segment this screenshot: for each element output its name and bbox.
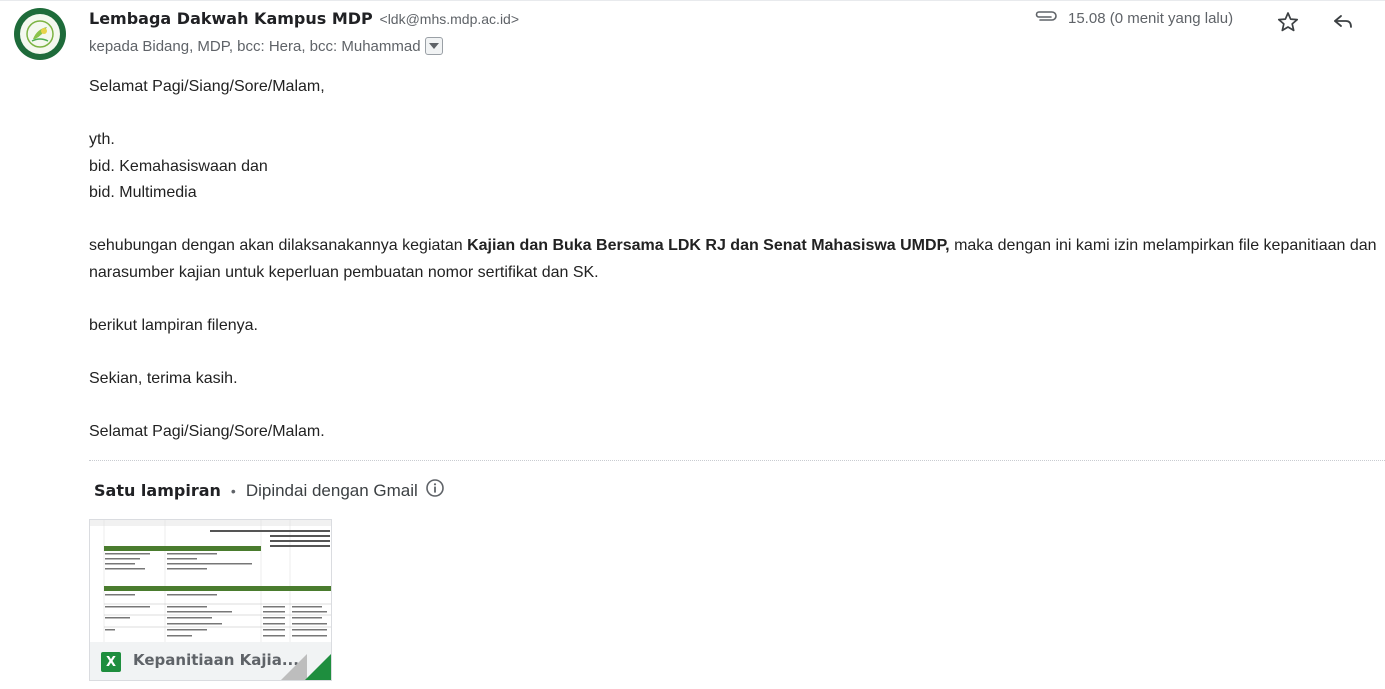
closing: Sekian, terima kasih.	[89, 369, 238, 387]
star-icon[interactable]	[1276, 10, 1300, 39]
event-name: Kajian dan Buka Bersama LDK RJ dan Senat…	[467, 237, 950, 254]
paragraph-pre: sehubungan dengan akan dilaksanakannya k…	[89, 237, 468, 254]
signoff: Selamat Pagi/Siang/Sore/Malam.	[89, 422, 325, 440]
attachment-filename[interactable]: Kepanitiaan Kajia...	[133, 651, 299, 669]
paperclip-icon	[1034, 9, 1058, 27]
page-fold-accent	[305, 654, 331, 680]
main-paragraph: sehubungan dengan akan dilaksanakannya k…	[89, 233, 1379, 286]
excel-icon: X	[101, 652, 121, 672]
sender-email: <ldk@mhs.mdp.ac.id>	[379, 11, 520, 27]
scanned-label: Dipindai dengan Gmail	[245, 480, 418, 500]
recipients-text: kepada Bidang, MDP, bcc: Hera, bcc: Muha…	[89, 37, 421, 55]
attachments-title: Satu lampiran	[94, 481, 221, 500]
logo-icon	[20, 14, 60, 54]
info-icon[interactable]	[425, 478, 445, 503]
sender-line: Lembaga Dakwah Kampus MDP <ldk@mhs.mdp.a…	[89, 9, 519, 29]
attachments-divider	[89, 460, 1385, 461]
message-body: Selamat Pagi/Siang/Sore/Malam, yth. bid.…	[89, 74, 1379, 445]
attachment-card[interactable]: X Kepanitiaan Kajia...	[89, 519, 332, 681]
timestamp: 15.08 (0 menit yang lalu)	[1068, 9, 1234, 27]
chevron-down-icon[interactable]	[424, 37, 443, 55]
top-divider	[0, 0, 1385, 1]
page-fold-shadow	[281, 654, 307, 680]
avatar[interactable]	[14, 8, 66, 60]
greeting: Selamat Pagi/Siang/Sore/Malam,	[89, 78, 325, 95]
bid-line-2: bid. Multimedia	[89, 184, 197, 201]
yth-line: yth.	[89, 131, 115, 148]
sender-name[interactable]: Lembaga Dakwah Kampus MDP	[89, 9, 373, 28]
bid-line-1: bid. Kemahasiswaan dan	[89, 157, 268, 175]
recipients-line: kepada Bidang, MDP, bcc: Hera, bcc: Muha…	[89, 37, 443, 55]
attachments-header: Satu lampiran • Dipindai dengan Gmail	[94, 478, 445, 503]
separator-dot: •	[230, 482, 236, 499]
spreadsheet-thumbnail	[90, 520, 331, 642]
reply-icon[interactable]	[1331, 10, 1355, 39]
attachment-note: berikut lampiran filenya.	[89, 316, 258, 334]
message-meta: 15.08 (0 menit yang lalu)	[1034, 9, 1233, 27]
